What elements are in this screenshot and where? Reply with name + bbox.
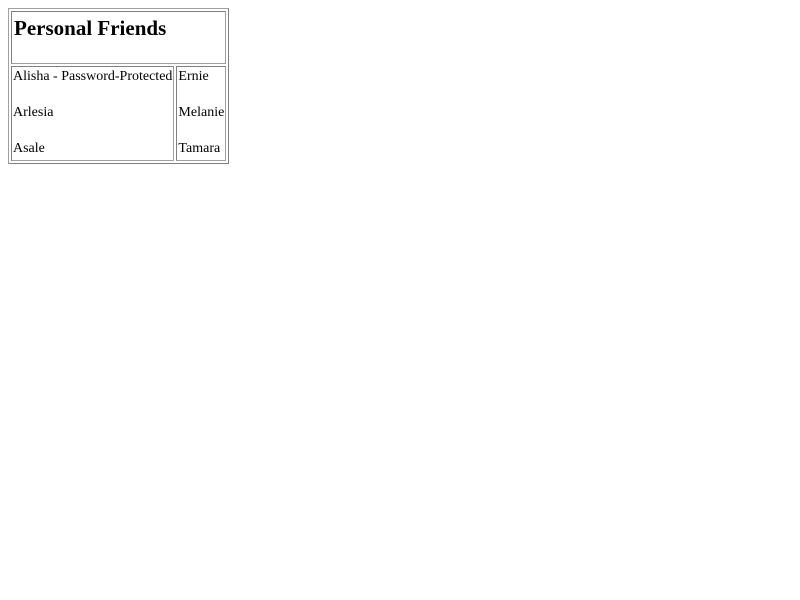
- friend-link-ernie[interactable]: Ernie: [178, 68, 224, 86]
- title-cell: Personal Friends: [11, 11, 227, 64]
- page: Personal Friends Alisha - Password-Prote…: [0, 0, 800, 600]
- friends-column-right: Ernie Melanie Tamara: [176, 66, 227, 161]
- page-title: Personal Friends: [14, 16, 167, 40]
- friend-link-tamara[interactable]: Tamara: [178, 140, 224, 158]
- friends-table: Personal Friends Alisha - Password-Prote…: [8, 8, 230, 164]
- friend-link-alisha[interactable]: Alisha - Password-Protected: [13, 68, 172, 86]
- friends-column-left: Alisha - Password-Protected Arlesia Asal…: [11, 66, 175, 161]
- friend-link-arlesia[interactable]: Arlesia: [13, 104, 172, 122]
- friends-row: Alisha - Password-Protected Arlesia Asal…: [11, 66, 227, 161]
- title-row: Personal Friends: [11, 11, 227, 64]
- friend-link-melanie[interactable]: Melanie: [178, 104, 224, 122]
- friend-link-asale[interactable]: Asale: [13, 140, 172, 158]
